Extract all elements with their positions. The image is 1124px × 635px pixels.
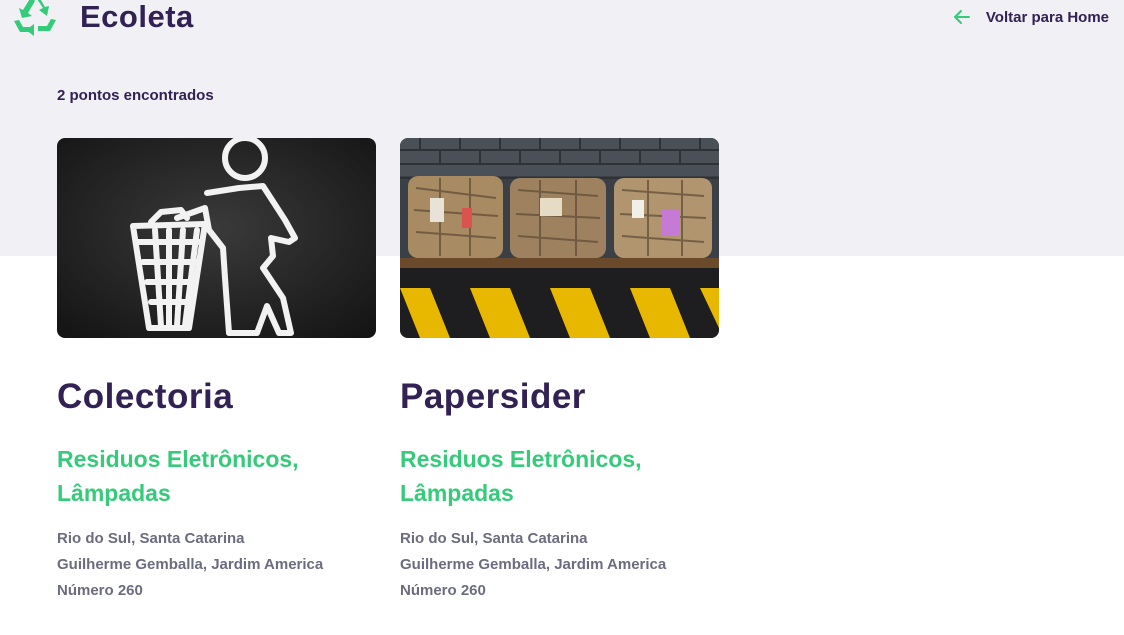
point-street: Guilherme Gemballa, Jardim America: [400, 556, 667, 573]
point-items: Residuos Eletrônicos, Lâmpadas: [57, 446, 299, 506]
point-address: Rio do Sul, Santa Catarina Guilherme Gem…: [57, 526, 376, 604]
results-count: 2 pontos encontrados: [57, 87, 214, 104]
brand-name: Ecoleta: [80, 0, 194, 34]
arrow-left-icon: [953, 10, 970, 24]
point-street: Guilherme Gemballa, Jardim America: [57, 556, 324, 573]
point-name: Papersider: [400, 377, 586, 416]
recycle-icon: [14, 0, 56, 36]
logo[interactable]: Ecoleta: [10, 0, 194, 40]
point-address: Rio do Sul, Santa Catarina Guilherme Gem…: [400, 526, 719, 604]
point-image-cardboard-bales: [400, 138, 719, 338]
point-city-state: Rio do Sul, Santa Catarina: [400, 530, 588, 547]
point-city-state: Rio do Sul, Santa Catarina: [57, 530, 245, 547]
header: Ecoleta Voltar para Home: [0, 0, 1124, 40]
point-number: Número 260: [400, 582, 486, 599]
point-items: Residuos Eletrônicos, Lâmpadas: [400, 446, 642, 506]
point-image-trash-can: [57, 138, 376, 338]
point-card[interactable]: Papersider Residuos Eletrônicos, Lâmpada…: [400, 138, 719, 604]
point-card[interactable]: Colectoria Residuos Eletrônicos, Lâmpada…: [57, 138, 376, 604]
point-name: Colectoria: [57, 377, 234, 416]
point-number: Número 260: [57, 582, 143, 599]
back-to-home-label: Voltar para Home: [985, 8, 1109, 26]
back-to-home-link[interactable]: Voltar para Home: [952, 7, 1109, 27]
